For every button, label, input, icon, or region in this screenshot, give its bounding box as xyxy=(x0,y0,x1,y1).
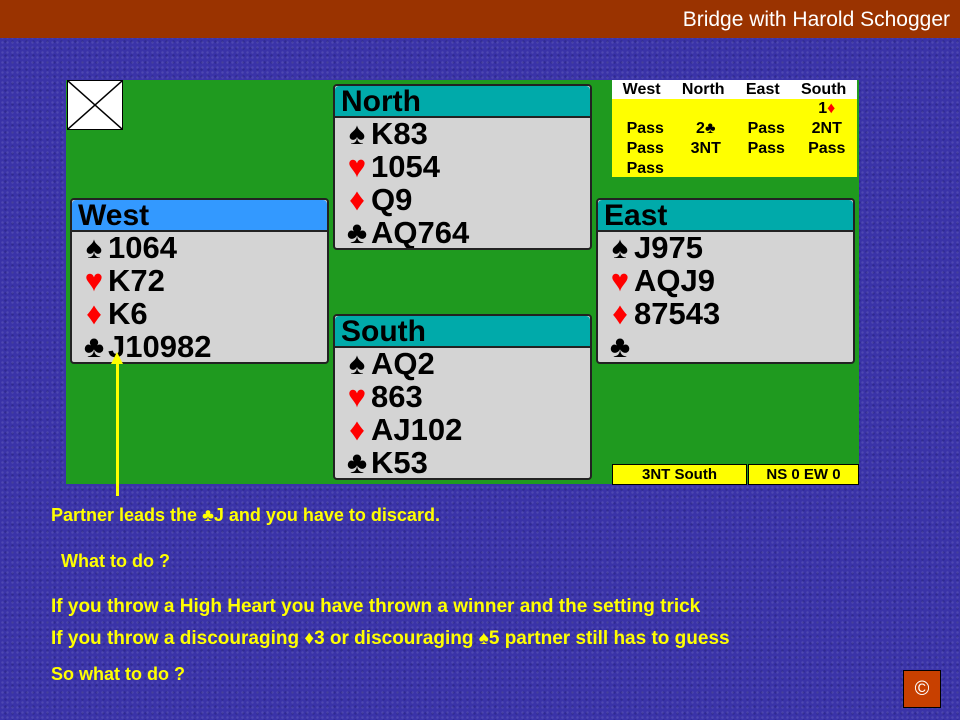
auction-bid xyxy=(797,159,858,179)
auction-bid xyxy=(736,99,797,119)
hand-south-clubs: ♣ K53 xyxy=(335,445,590,480)
diamond-icon: ♦ xyxy=(612,296,628,331)
arrow-head-icon xyxy=(111,352,123,364)
spade-icon: ♠ xyxy=(85,230,103,265)
hand-north-spades: ♠ K83 xyxy=(335,118,590,151)
auction-header-north: North xyxy=(681,81,725,98)
auction-bid: 1♦ xyxy=(818,100,836,117)
heart-icon: ♥ xyxy=(347,149,367,184)
text-line-high-heart: If you throw a High Heart you have throw… xyxy=(51,596,701,617)
card-holding: 87543 xyxy=(634,296,721,331)
card-holding: J975 xyxy=(634,230,703,265)
auction-bid: Pass xyxy=(747,140,785,157)
auction-row: Pass xyxy=(612,159,857,179)
header-title: Bridge with Harold Schogger xyxy=(682,8,950,31)
hand-north-title: North xyxy=(335,86,590,118)
hand-north-hearts: ♥ 1054 xyxy=(335,151,590,184)
hand-east-hearts: ♥ AQJ9 xyxy=(598,265,853,298)
hand-south-spades: ♠ AQ2 xyxy=(335,348,590,381)
hand-west-title: West xyxy=(72,200,327,232)
auction-bid: 2NT xyxy=(811,120,842,137)
hand-north-clubs: ♣ AQ764 xyxy=(335,215,590,250)
hand-west-spades: ♠ 1064 xyxy=(72,232,327,265)
diamond-icon: ♦ xyxy=(827,100,836,117)
auction-bid: Pass xyxy=(747,120,785,137)
card-holding: AJ102 xyxy=(371,412,463,447)
hand-south-diamonds: ♦ AJ102 xyxy=(335,414,590,447)
auction-bid: Pass xyxy=(808,140,846,157)
auction-bid: Pass xyxy=(626,120,664,137)
heart-icon: ♥ xyxy=(84,263,104,298)
card-holding: K6 xyxy=(108,296,148,331)
hand-west: West ♠ 1064 ♥ K72 ♦ K6 ♣ J10982 xyxy=(70,198,329,364)
hand-east-title: East xyxy=(598,200,853,232)
card-holding: K83 xyxy=(371,116,428,151)
copyright-button[interactable]: © xyxy=(903,670,941,708)
spade-icon: ♠ xyxy=(611,230,629,265)
card-holding: AQ764 xyxy=(371,215,470,250)
hand-north: North ♠ K83 ♥ 1054 ♦ Q9 ♣ AQ764 xyxy=(333,84,592,250)
hand-south-title: South xyxy=(335,316,590,348)
card-holding: J10982 xyxy=(108,329,212,364)
hand-west-diamonds: ♦ K6 xyxy=(72,298,327,331)
diamond-icon: ♦ xyxy=(349,412,365,447)
auction-header: West North East South xyxy=(612,80,857,99)
hand-east: East ♠ J975 ♥ AQJ9 ♦ 87543 ♣ xyxy=(596,198,855,364)
header-bar: Bridge with Harold Schogger xyxy=(0,0,960,38)
hand-east-spades: ♠ J975 xyxy=(598,232,853,265)
auction-row: 1♦ xyxy=(612,99,857,119)
diamond-icon: ♦ xyxy=(349,182,365,217)
heart-icon: ♥ xyxy=(347,379,367,414)
club-icon: ♣ xyxy=(346,445,368,480)
auction-bid: 3NT xyxy=(690,140,721,157)
spade-icon: ♠ xyxy=(348,116,366,151)
card-holding: K72 xyxy=(108,263,165,298)
club-icon: ♣ xyxy=(346,215,368,250)
text-line-discouraging: If you throw a discouraging ♦3 or discou… xyxy=(51,628,730,649)
card-holding: 1064 xyxy=(108,230,177,265)
text-line-so-what: So what to do ? xyxy=(51,664,185,684)
auction-bid xyxy=(676,99,737,119)
envelope-icon xyxy=(67,80,123,130)
auction-row: Pass 3NT Pass Pass xyxy=(612,139,857,159)
auction-bid: Pass xyxy=(626,140,664,157)
card-holding: AQ2 xyxy=(371,346,435,381)
card-holding: AQJ9 xyxy=(634,263,715,298)
score-label: NS 0 EW 0 xyxy=(748,464,859,485)
auction-bid xyxy=(676,159,737,179)
auction-bid xyxy=(736,159,797,179)
auction-header-east: East xyxy=(745,81,780,98)
auction-bid: Pass xyxy=(626,160,664,177)
hand-south-hearts: ♥ 863 xyxy=(335,381,590,414)
card-holding: 863 xyxy=(371,379,423,414)
card-holding: K53 xyxy=(371,445,428,480)
contract-label: 3NT South xyxy=(612,464,747,485)
hand-east-clubs: ♣ xyxy=(598,329,853,364)
card-holding: 1054 xyxy=(371,149,440,184)
spade-icon: ♠ xyxy=(478,628,489,649)
heart-icon: ♥ xyxy=(610,263,630,298)
auction-row: Pass 2♣ Pass 2NT xyxy=(612,119,857,139)
club-icon: ♣ xyxy=(202,505,214,525)
diamond-icon: ♦ xyxy=(86,296,102,331)
card-holding: Q9 xyxy=(371,182,413,217)
text-line-question: What to do ? xyxy=(61,551,170,571)
text-line-lead: Partner leads the ♣J and you have to dis… xyxy=(51,505,440,525)
auction-bid xyxy=(615,99,676,119)
hand-west-hearts: ♥ K72 xyxy=(72,265,327,298)
auction-header-west: West xyxy=(622,81,661,98)
hand-north-diamonds: ♦ Q9 xyxy=(335,184,590,217)
hand-south: South ♠ AQ2 ♥ 863 ♦ AJ102 ♣ K53 xyxy=(333,314,592,480)
club-icon: ♣ xyxy=(83,329,105,364)
auction-box: West North East South 1♦ Pass 2♣ Pass 2N… xyxy=(612,80,857,177)
club-icon: ♣ xyxy=(609,329,631,364)
diamond-icon: ♦ xyxy=(304,628,315,649)
auction-header-south: South xyxy=(800,81,847,98)
spade-icon: ♠ xyxy=(348,346,366,381)
auction-bid: 2♣ xyxy=(696,120,716,137)
hand-east-diamonds: ♦ 87543 xyxy=(598,298,853,331)
pointer-arrow xyxy=(116,356,119,496)
